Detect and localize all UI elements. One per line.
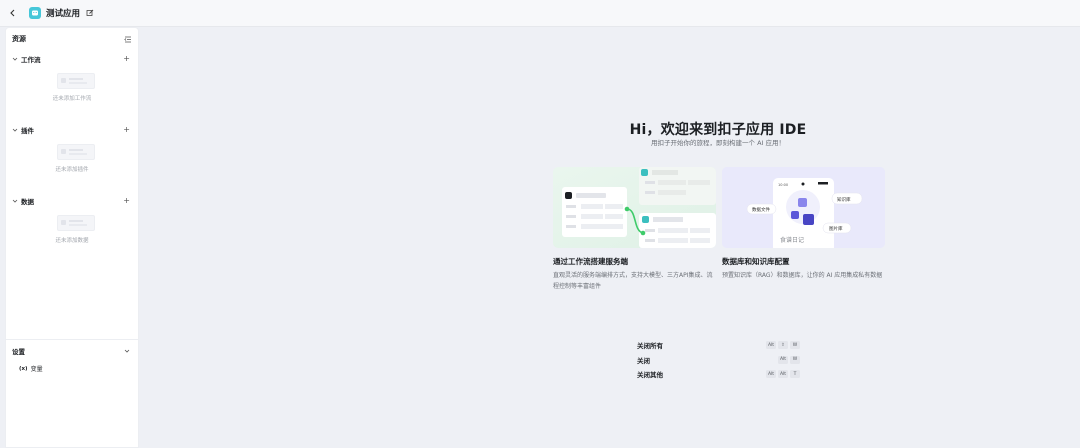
add-plugin-icon[interactable]: + xyxy=(123,126,130,134)
empty-placeholder-illustration xyxy=(57,215,95,231)
top-bar: 测试应用 xyxy=(0,0,1080,27)
empty-placeholder-illustration xyxy=(57,73,95,89)
chevron-down-icon xyxy=(12,56,18,62)
shortcut-label: 关闭所有 xyxy=(637,342,663,351)
resource-sidebar: 资源 工作流 + 还未添加工作流 插件 + 还未添加插件 数据 + 还未添加数据… xyxy=(5,27,139,448)
welcome-subtitle: 用扣子开始你的旅程，即刻构建一个 AI 应用！ xyxy=(651,139,785,147)
empty-placeholder-illustration xyxy=(57,144,95,160)
phone-time: 10:00 xyxy=(778,183,788,187)
workflow-illustration xyxy=(553,167,716,248)
section-label: 数据 xyxy=(21,198,34,206)
key-cap: W xyxy=(790,341,800,350)
chevron-down-icon xyxy=(12,198,18,204)
shortcut-label: 关闭其他 xyxy=(637,371,663,380)
key-cap: Alt xyxy=(778,370,788,379)
section-workflow[interactable]: 工作流 + xyxy=(12,54,130,64)
settings-section[interactable]: 设置 xyxy=(12,346,130,356)
main-welcome-area: Hi，欢迎来到扣子应用 IDE 用扣子开始你的旅程，即刻构建一个 AI 应用！ xyxy=(143,27,1080,448)
sidebar-divider xyxy=(6,339,138,340)
card-title: 数据库和知识库配置 xyxy=(722,257,790,266)
shortcut-row: 关闭其他 Alt Alt T xyxy=(637,367,802,382)
app-logo-icon xyxy=(29,7,41,19)
phone-caption: 食谱日记 xyxy=(780,236,804,244)
settings-label: 设置 xyxy=(12,348,25,356)
key-cap: W xyxy=(790,355,800,364)
section-label: 插件 xyxy=(21,127,34,135)
card-description: 直观灵活的服务端编排方式，支持大模型、三方API集成、流程控制等丰富组件 xyxy=(553,272,713,290)
shortcut-row: 关闭所有 Alt ⇧ W xyxy=(637,338,802,353)
chevron-down-icon[interactable] xyxy=(124,348,130,354)
tag-images: 图片库 xyxy=(829,225,843,232)
key-cap: Alt xyxy=(766,341,776,350)
sidebar-title: 资源 xyxy=(12,35,26,43)
key-cap: ⇧ xyxy=(778,341,788,350)
app-title: 测试应用 xyxy=(46,9,81,19)
collapse-sidebar-icon[interactable] xyxy=(124,36,132,43)
empty-data-text: 还未添加数据 xyxy=(55,238,89,244)
welcome-title: Hi，欢迎来到扣子应用 IDE xyxy=(629,122,807,138)
shortcut-row: 关闭 Alt W xyxy=(637,353,802,368)
variable-label: 变量 xyxy=(30,366,43,373)
key-cap: Alt xyxy=(778,355,788,364)
shortcut-label: 关闭 xyxy=(637,356,650,365)
empty-workflow-text: 还未添加工作流 xyxy=(52,96,92,102)
key-cap: Alt xyxy=(766,370,776,379)
add-workflow-icon[interactable]: + xyxy=(123,55,130,63)
chevron-left-icon[interactable] xyxy=(9,9,17,17)
edit-icon[interactable] xyxy=(86,9,94,17)
keyboard-shortcuts: 关闭所有 Alt ⇧ W 关闭 Alt W 关闭其他 Alt Alt T xyxy=(637,338,802,382)
empty-plugin-text: 还未添加插件 xyxy=(55,167,89,173)
tag-knowledge: 知识库 xyxy=(837,196,851,203)
variable-icon: (x) xyxy=(19,365,28,372)
tag-data-files: 数据文件 xyxy=(752,206,770,213)
sidebar-item-variables[interactable]: (x) 变量 xyxy=(19,364,43,374)
chevron-down-icon xyxy=(12,127,18,133)
knowledge-illustration: 10:00 数据文件 知识库 图片库 食谱日记 xyxy=(722,167,885,248)
add-data-icon[interactable]: + xyxy=(123,197,130,205)
section-data[interactable]: 数据 + xyxy=(12,196,130,206)
key-cap: T xyxy=(790,370,800,379)
card-title: 通过工作流搭建服务端 xyxy=(553,257,628,266)
card-description: 预置知识库（RAG）和数据库，让你的 AI 应用集成私有数据 xyxy=(722,272,883,279)
section-plugin[interactable]: 插件 + xyxy=(12,125,130,135)
section-label: 工作流 xyxy=(21,56,41,64)
